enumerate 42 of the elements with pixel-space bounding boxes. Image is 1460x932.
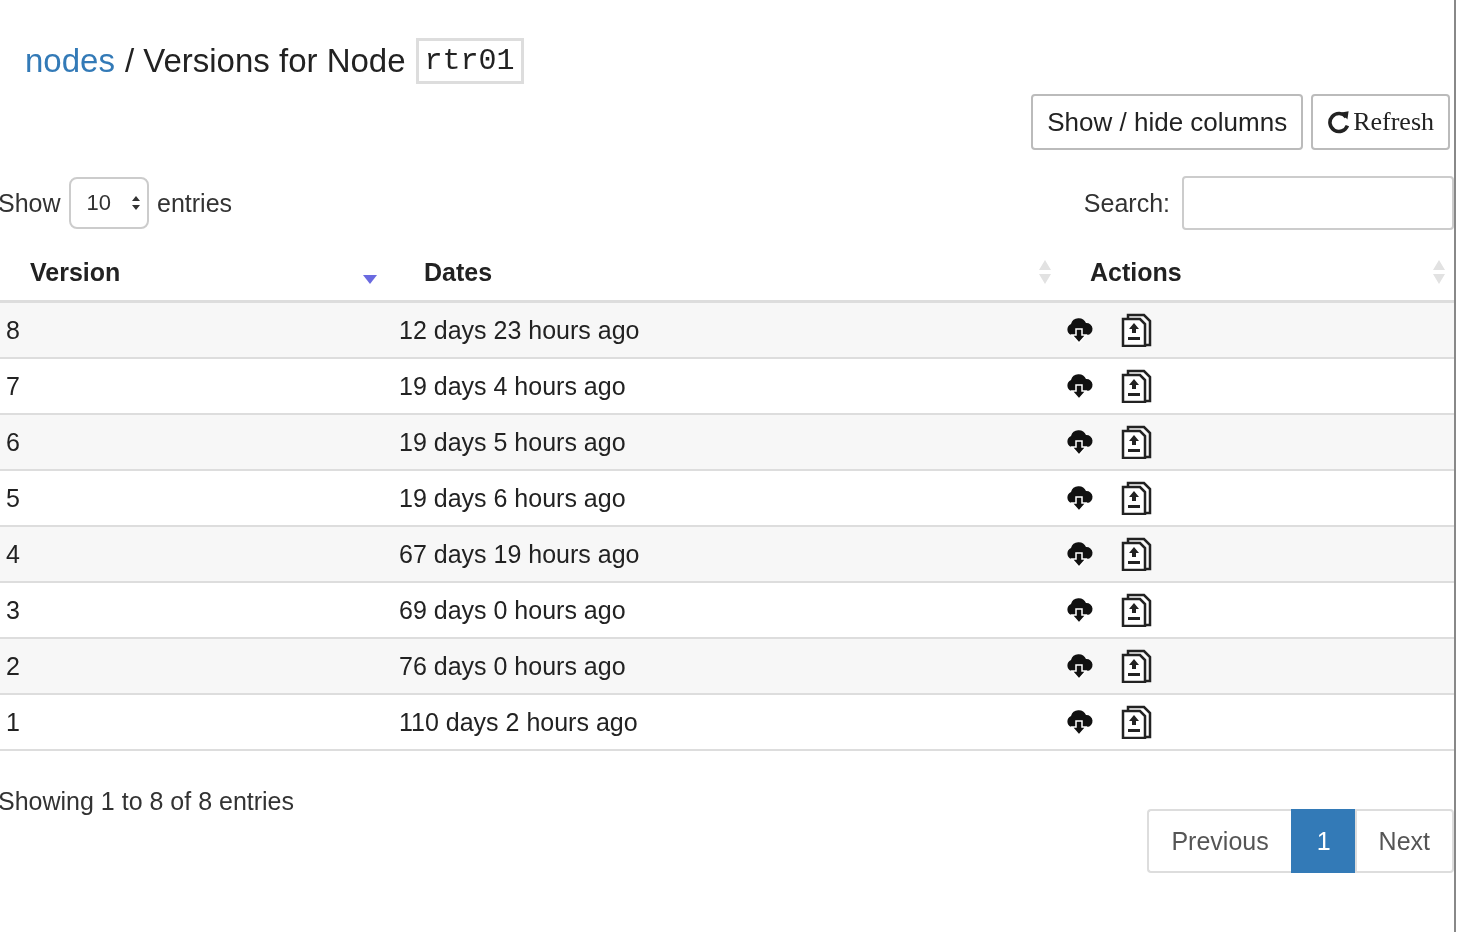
search-field[interactable] — [1182, 176, 1454, 230]
file-upload-icon[interactable] — [1120, 649, 1152, 683]
cloud-download-icon[interactable] — [1064, 483, 1094, 513]
file-upload-icon[interactable] — [1120, 593, 1152, 627]
date-cell: 76 days 0 hours ago — [390, 638, 1060, 694]
version-cell: 4 — [0, 526, 390, 582]
previous-page-button[interactable]: Previous — [1147, 809, 1291, 873]
breadcrumb-link[interactable]: nodes — [25, 42, 115, 80]
version-cell: 6 — [0, 414, 390, 470]
file-upload-icon[interactable] — [1120, 425, 1152, 459]
entries-dropdown[interactable]: 10 — [68, 177, 150, 229]
page-button[interactable]: 1 — [1290, 809, 1355, 873]
cloud-download-icon[interactable] — [1064, 707, 1094, 737]
cloud-download-icon[interactable] — [1064, 595, 1094, 625]
table-info-text: Showing 1 to 8 of 8 entries — [0, 787, 295, 816]
file-upload-icon[interactable] — [1120, 481, 1152, 515]
date-cell: 110 days 2 hours ago — [390, 694, 1060, 750]
file-upload-icon[interactable] — [1120, 537, 1152, 571]
refresh-icon — [1327, 110, 1352, 134]
next-page-button[interactable]: Next — [1354, 809, 1454, 873]
version-cell: 1 — [0, 694, 390, 750]
file-upload-icon[interactable] — [1120, 369, 1152, 403]
cloud-download-icon[interactable] — [1064, 427, 1094, 457]
page-title: / Versions for Node — [124, 42, 406, 80]
refresh-button[interactable]: Refresh — [1311, 94, 1450, 150]
date-cell: 19 days 5 hours ago — [390, 414, 1060, 470]
date-cell: 67 days 19 hours ago — [390, 526, 1060, 582]
search-label: Search: — [1083, 188, 1170, 218]
updown-icon — [131, 194, 142, 212]
version-cell: 8 — [0, 301, 390, 358]
show-hide-columns-button[interactable]: Show / hide columns — [1031, 94, 1304, 150]
show-label: Show — [0, 188, 61, 218]
cloud-download-icon[interactable] — [1064, 539, 1094, 569]
node-name-code: rtr01 — [415, 38, 524, 84]
entries-label: entries — [157, 188, 233, 218]
date-cell: 12 days 23 hours ago — [390, 301, 1060, 358]
cloud-download-icon[interactable] — [1064, 651, 1094, 681]
version-cell: 2 — [0, 638, 390, 694]
cloud-download-icon[interactable] — [1064, 371, 1094, 401]
file-upload-icon[interactable] — [1120, 313, 1152, 347]
cloud-download-icon[interactable] — [1064, 315, 1094, 345]
file-upload-icon[interactable] — [1120, 705, 1152, 739]
